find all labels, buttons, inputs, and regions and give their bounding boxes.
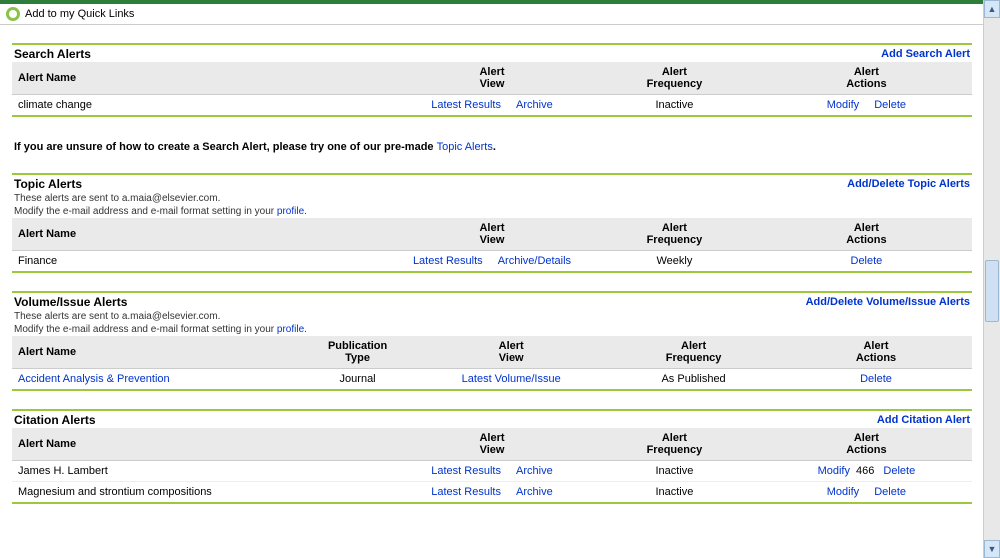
quick-links-bar: Add to my Quick Links — [0, 4, 984, 25]
col-alert-actions: AlertActions — [761, 218, 972, 251]
alert-name-cell: Finance — [12, 251, 396, 272]
volume-alerts-table: Alert Name PublicationType AlertView Ale… — [12, 336, 972, 389]
alert-name-cell: James H. Lambert — [12, 461, 396, 482]
col-alert-name: Alert Name — [12, 428, 396, 461]
topic-alerts-title: Topic Alerts — [14, 177, 82, 191]
archive-link[interactable]: Archive — [516, 486, 553, 498]
topic-profile-note: Modify the e-mail address and e-mail for… — [12, 205, 972, 218]
scroll-up-icon[interactable]: ▲ — [984, 0, 1000, 18]
alert-freq-cell: Inactive — [588, 482, 761, 503]
citation-alerts-title: Citation Alerts — [14, 413, 96, 427]
info-text: If you are unsure of how to create a Sea… — [12, 139, 972, 155]
col-alert-freq: AlertFrequency — [588, 218, 761, 251]
col-alert-name: Alert Name — [12, 218, 396, 251]
profile-link[interactable]: profile — [277, 206, 304, 217]
modify-link[interactable]: Modify — [827, 486, 859, 498]
scroll-thumb[interactable] — [985, 260, 999, 322]
col-alert-view: AlertView — [396, 218, 588, 251]
quick-links-label[interactable]: Add to my Quick Links — [25, 8, 134, 20]
topic-alerts-table: Alert Name AlertView AlertFrequency Aler… — [12, 218, 972, 271]
latest-results-link[interactable]: Latest Results — [431, 465, 501, 477]
latest-results-link[interactable]: Latest Results — [413, 255, 483, 267]
volume-email-note: These alerts are sent to a.maia@elsevier… — [12, 310, 972, 323]
delete-link[interactable]: Delete — [874, 486, 906, 498]
col-alert-freq: AlertFrequency — [588, 62, 761, 95]
col-alert-actions: AlertActions — [761, 62, 972, 95]
alert-freq-cell: Inactive — [588, 461, 761, 482]
volume-profile-note: Modify the e-mail address and e-mail for… — [12, 323, 972, 336]
volume-alerts-title: Volume/Issue Alerts — [14, 295, 127, 309]
table-row: James H. Lambert Latest Results Archive … — [12, 461, 972, 482]
archive-link[interactable]: Archive — [516, 465, 553, 477]
scrollbar[interactable]: ▲ ▼ — [983, 0, 1000, 558]
col-alert-freq: AlertFrequency — [607, 336, 780, 369]
latest-volume-link[interactable]: Latest Volume/Issue — [462, 373, 561, 385]
search-alerts-table: Alert Name AlertView AlertFrequency Aler… — [12, 62, 972, 115]
table-row: Finance Latest Results Archive/Details W… — [12, 251, 972, 272]
citation-alerts-table: Alert Name AlertView AlertFrequency Aler… — [12, 428, 972, 502]
delete-link[interactable]: Delete — [874, 99, 906, 111]
alert-name-link[interactable]: Accident Analysis & Prevention — [18, 373, 170, 385]
topic-alerts-link[interactable]: Topic Alerts — [437, 141, 493, 153]
latest-results-link[interactable]: Latest Results — [431, 486, 501, 498]
col-alert-view: AlertView — [396, 428, 588, 461]
section-divider — [12, 502, 972, 504]
col-alert-actions: AlertActions — [780, 336, 972, 369]
modify-link[interactable]: Modify — [827, 99, 859, 111]
profile-link[interactable]: profile — [277, 324, 304, 335]
col-alert-actions: AlertActions — [761, 428, 972, 461]
pub-type-cell: Journal — [300, 369, 415, 390]
delete-link[interactable]: Delete — [860, 373, 892, 385]
table-row: Accident Analysis & Prevention Journal L… — [12, 369, 972, 390]
topic-email-note: These alerts are sent to a.maia@elsevier… — [12, 192, 972, 205]
alert-freq-cell: Weekly — [588, 251, 761, 272]
col-alert-name: Alert Name — [12, 62, 396, 95]
add-delete-volume-alerts-link[interactable]: Add/Delete Volume/Issue Alerts — [806, 296, 970, 308]
add-citation-alert-link[interactable]: Add Citation Alert — [877, 414, 970, 426]
delete-link[interactable]: Delete — [883, 465, 915, 477]
alert-name-cell: Magnesium and strontium compositions — [12, 482, 396, 503]
add-search-alert-link[interactable]: Add Search Alert — [881, 48, 970, 60]
section-divider — [12, 271, 972, 273]
alert-freq-cell: Inactive — [588, 95, 761, 116]
col-alert-name: Alert Name — [12, 336, 300, 369]
archive-details-link[interactable]: Archive/Details — [498, 255, 571, 267]
col-alert-freq: AlertFrequency — [588, 428, 761, 461]
quick-links-icon — [6, 7, 20, 21]
delete-link[interactable]: Delete — [851, 255, 883, 267]
archive-link[interactable]: Archive — [516, 99, 553, 111]
section-divider — [12, 389, 972, 391]
col-pub-type: PublicationType — [300, 336, 415, 369]
search-alerts-title: Search Alerts — [14, 47, 91, 61]
table-row: Magnesium and strontium compositions Lat… — [12, 482, 972, 503]
section-divider — [12, 115, 972, 117]
latest-results-link[interactable]: Latest Results — [431, 99, 501, 111]
add-delete-topic-alerts-link[interactable]: Add/Delete Topic Alerts — [847, 178, 970, 190]
modify-link[interactable]: Modify — [818, 465, 850, 477]
table-row: climate change Latest Results Archive In… — [12, 95, 972, 116]
scroll-down-icon[interactable]: ▼ — [984, 540, 1000, 558]
alert-name-cell: climate change — [12, 95, 396, 116]
alert-freq-cell: As Published — [607, 369, 780, 390]
col-alert-view: AlertView — [396, 62, 588, 95]
col-alert-view: AlertView — [415, 336, 607, 369]
